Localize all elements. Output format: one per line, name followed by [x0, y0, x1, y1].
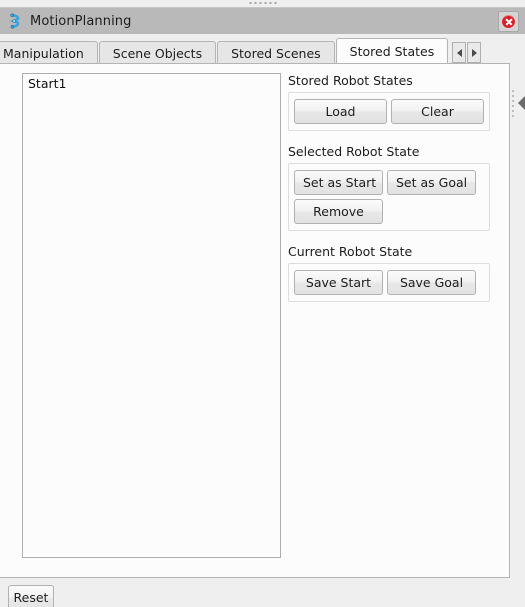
tab-stored-scenes[interactable]: Stored Scenes	[217, 41, 335, 64]
window-title: MotionPlanning	[30, 13, 132, 29]
motion-planning-panel: MotionPlanning Manipulation Scene Object…	[0, 0, 525, 607]
group-title: Stored Robot States	[288, 73, 413, 88]
stored-robot-states-group: Stored Robot States Load Clear	[288, 73, 490, 131]
tab-scroll-right-button[interactable]	[467, 42, 482, 63]
window-titlebar[interactable]: MotionPlanning	[0, 7, 525, 34]
chevron-right-icon	[471, 48, 477, 57]
list-item[interactable]: Start1	[23, 74, 280, 94]
button-row: Set as Start Set as Goal	[294, 170, 484, 195]
tab-scroll-left-button[interactable]	[452, 42, 467, 63]
tab-nav	[452, 42, 482, 64]
motion-planning-icon	[4, 13, 30, 29]
panel-drag-grip[interactable]	[0, 0, 525, 7]
remove-button[interactable]: Remove	[294, 199, 383, 224]
set-as-start-button[interactable]: Set as Start	[294, 170, 383, 195]
tab-manipulation[interactable]: Manipulation	[0, 41, 98, 64]
tab-stored-states[interactable]: Stored States	[335, 38, 449, 64]
group-box: Save Start Save Goal	[288, 263, 490, 302]
tab-bar: Manipulation Scene Objects Stored Scenes…	[0, 38, 498, 64]
reset-button[interactable]: Reset	[8, 585, 54, 607]
button-row: Remove	[294, 199, 484, 224]
handle-dots	[512, 90, 514, 117]
group-title: Current Robot State	[288, 244, 413, 259]
chevron-left-icon	[518, 96, 525, 110]
button-row: Load Clear	[294, 99, 484, 124]
footer-bar: Reset	[0, 580, 525, 607]
save-start-button[interactable]: Save Start	[294, 270, 383, 295]
clear-button[interactable]: Clear	[391, 99, 484, 124]
group-box: Load Clear	[288, 92, 490, 131]
button-row: Save Start Save Goal	[294, 270, 484, 295]
right-controls-column: Stored Robot States Load Clear Selected …	[288, 73, 490, 315]
stored-states-panel: Start1 Stored Robot States Load Clear Se…	[0, 63, 510, 578]
current-robot-state-group: Current Robot State Save Start Save Goal	[288, 244, 490, 302]
panel-collapse-handle[interactable]	[512, 86, 525, 126]
set-as-goal-button[interactable]: Set as Goal	[387, 170, 476, 195]
close-icon	[502, 15, 515, 28]
grip-dots	[249, 2, 276, 4]
stored-states-list[interactable]: Start1	[22, 73, 281, 558]
group-title: Selected Robot State	[288, 144, 420, 159]
group-box: Set as Start Set as Goal Remove	[288, 163, 490, 231]
tab-scene-objects[interactable]: Scene Objects	[98, 41, 217, 64]
load-button[interactable]: Load	[294, 99, 387, 124]
save-goal-button[interactable]: Save Goal	[387, 270, 476, 295]
chevron-left-icon	[456, 48, 462, 57]
close-button[interactable]	[498, 11, 519, 32]
selected-robot-state-group: Selected Robot State Set as Start Set as…	[288, 144, 490, 231]
